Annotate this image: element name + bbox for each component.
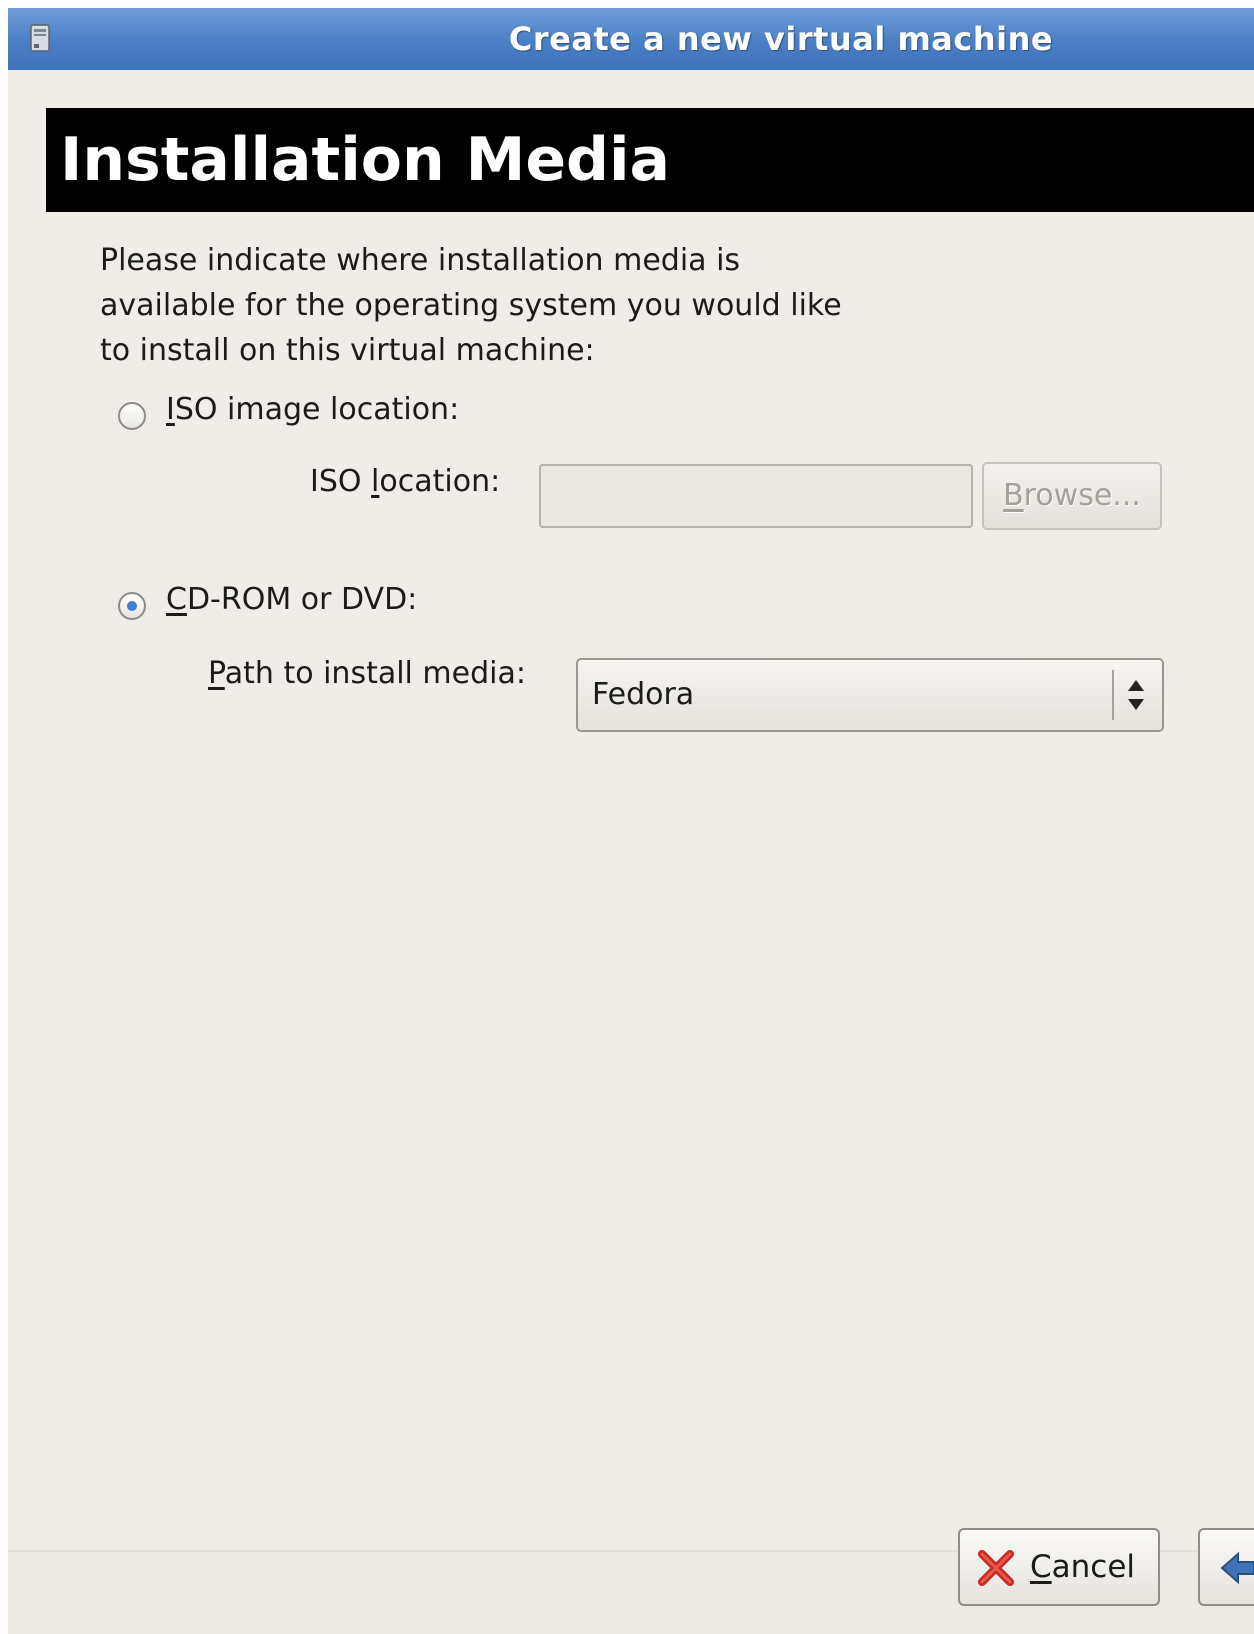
titlebar[interactable]: Create a new virtual machine: [8, 8, 1254, 71]
cancel-button[interactable]: Cancel: [958, 1528, 1160, 1606]
iso-location-label: ISO location:: [310, 464, 500, 499]
mnemonic-cancel: C: [1030, 1549, 1052, 1585]
instructions-line: Please indicate where installation media…: [100, 243, 741, 278]
combo-separator: [1112, 670, 1114, 720]
instructions-line: available for the operating system you w…: [100, 288, 842, 323]
window-title: Create a new virtual machine: [508, 20, 1054, 58]
iso-image-label-text: SO image location:: [174, 392, 460, 427]
install-media-combo[interactable]: Fedora: [576, 658, 1164, 732]
up-down-arrows-icon: [1128, 680, 1144, 710]
cdrom-dvd-radio[interactable]: [118, 592, 146, 620]
install-media-selected: Fedora: [592, 677, 695, 712]
browse-button-label: rowse...: [1023, 478, 1141, 513]
page-title: Installation Media: [60, 125, 671, 195]
cdrom-dvd-label[interactable]: CD-ROM or DVD:: [166, 582, 417, 617]
mnemonic-i: I: [166, 392, 175, 427]
cancel-button-label: Cancel: [1030, 1530, 1135, 1604]
iso-location-label-pre: ISO: [310, 464, 372, 499]
page-banner: Installation Media: [46, 108, 1254, 212]
cdrom-dvd-label-text: D-ROM or DVD:: [186, 582, 418, 617]
dialog-content: Installation Media Please indicate where…: [8, 70, 1254, 1550]
install-media-path-label-text: ath to install media:: [224, 656, 526, 691]
iso-image-label[interactable]: ISO image location:: [166, 392, 459, 427]
browse-button[interactable]: Browse...: [982, 462, 1162, 530]
install-media-path-label: Path to install media:: [208, 656, 526, 691]
back-arrow-icon: [1220, 1551, 1254, 1585]
iso-image-radio[interactable]: [118, 402, 146, 430]
instructions-text: Please indicate where installation media…: [100, 238, 1000, 373]
cancel-x-icon: [978, 1550, 1014, 1586]
iso-location-input[interactable]: [539, 464, 973, 528]
mnemonic-b: B: [1003, 478, 1024, 513]
dialog-window: Create a new virtual machine Installatio…: [8, 8, 1254, 1634]
radio-selected-dot: [127, 601, 137, 611]
iso-location-label-post: ocation:: [379, 464, 501, 499]
cancel-button-text: ancel: [1051, 1549, 1136, 1585]
instructions-line: to install on this virtual machine:: [100, 333, 595, 368]
mnemonic-p: P: [208, 656, 225, 691]
back-button[interactable]: [1198, 1528, 1254, 1606]
mnemonic-c: C: [166, 582, 187, 617]
